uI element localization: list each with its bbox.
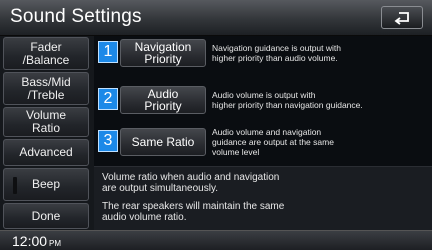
sidebar-item-beep[interactable]: Beep <box>3 168 89 201</box>
option-label: Same Ratio <box>131 135 195 149</box>
sidebar-item-volume-ratio[interactable]: Volume Ratio <box>3 107 89 137</box>
option-description: Navigation guidance is output with highe… <box>212 43 341 63</box>
sidebar-item-fader-balance[interactable]: Fader /Balance <box>3 37 89 70</box>
sidebar-item-label: Beep <box>31 177 61 191</box>
same-ratio-button[interactable]: Same Ratio <box>120 128 206 156</box>
audio-priority-button[interactable]: Audio Priority <box>120 86 206 114</box>
info-panel: Volume ratio when audio and navigation a… <box>94 166 432 230</box>
clock-ampm: PM <box>49 239 62 248</box>
info-text-rear-speakers: The rear speakers will maintain the same… <box>102 201 285 223</box>
navigation-priority-button[interactable]: Navigation Priority <box>120 39 206 67</box>
clock-time: 12:00 <box>12 233 48 249</box>
sound-settings-screen: Sound Settings Fader /Balance Bass/Mid /… <box>0 0 432 250</box>
page-title: Sound Settings <box>10 6 142 27</box>
beep-indicator <box>13 177 17 194</box>
sidebar-item-label: Volume Ratio <box>25 108 67 135</box>
clock: 12:00 PM <box>12 233 61 249</box>
option-row: 1 Navigation Priority Navigation guidanc… <box>94 36 432 74</box>
option-row: 2 Audio Priority Audio volume is output … <box>94 83 432 121</box>
back-button[interactable] <box>381 6 423 29</box>
sidebar-item-label: Done <box>31 208 61 223</box>
sidebar-item-label: Advanced <box>19 145 73 159</box>
sidebar-item-done[interactable]: Done <box>3 203 89 229</box>
option-description: Audio volume is output with higher prior… <box>212 90 363 110</box>
option-label: Audio Priority <box>144 87 182 113</box>
option-label: Navigation Priority <box>134 40 192 66</box>
option-row: 3 Same Ratio Audio volume and navigation… <box>94 125 432 163</box>
back-arrow-icon <box>394 12 409 25</box>
sidebar: Fader /Balance Bass/Mid /Treble Volume R… <box>0 36 94 230</box>
status-bar: 12:00 PM <box>0 230 432 250</box>
option-description: Audio volume and navigation guidance are… <box>212 127 334 157</box>
info-text-ratio: Volume ratio when audio and navigation a… <box>102 172 280 194</box>
sidebar-item-label: Bass/Mid /Treble <box>21 74 71 102</box>
option-number-badge: 1 <box>98 41 118 63</box>
sidebar-item-label: Fader /Balance <box>22 39 70 67</box>
sidebar-item-advanced[interactable]: Advanced <box>3 139 89 166</box>
option-number-badge: 2 <box>98 88 118 110</box>
sidebar-item-bass-mid-treble[interactable]: Bass/Mid /Treble <box>3 72 89 105</box>
option-number-badge: 3 <box>98 130 118 152</box>
title-bar: Sound Settings <box>0 0 432 36</box>
